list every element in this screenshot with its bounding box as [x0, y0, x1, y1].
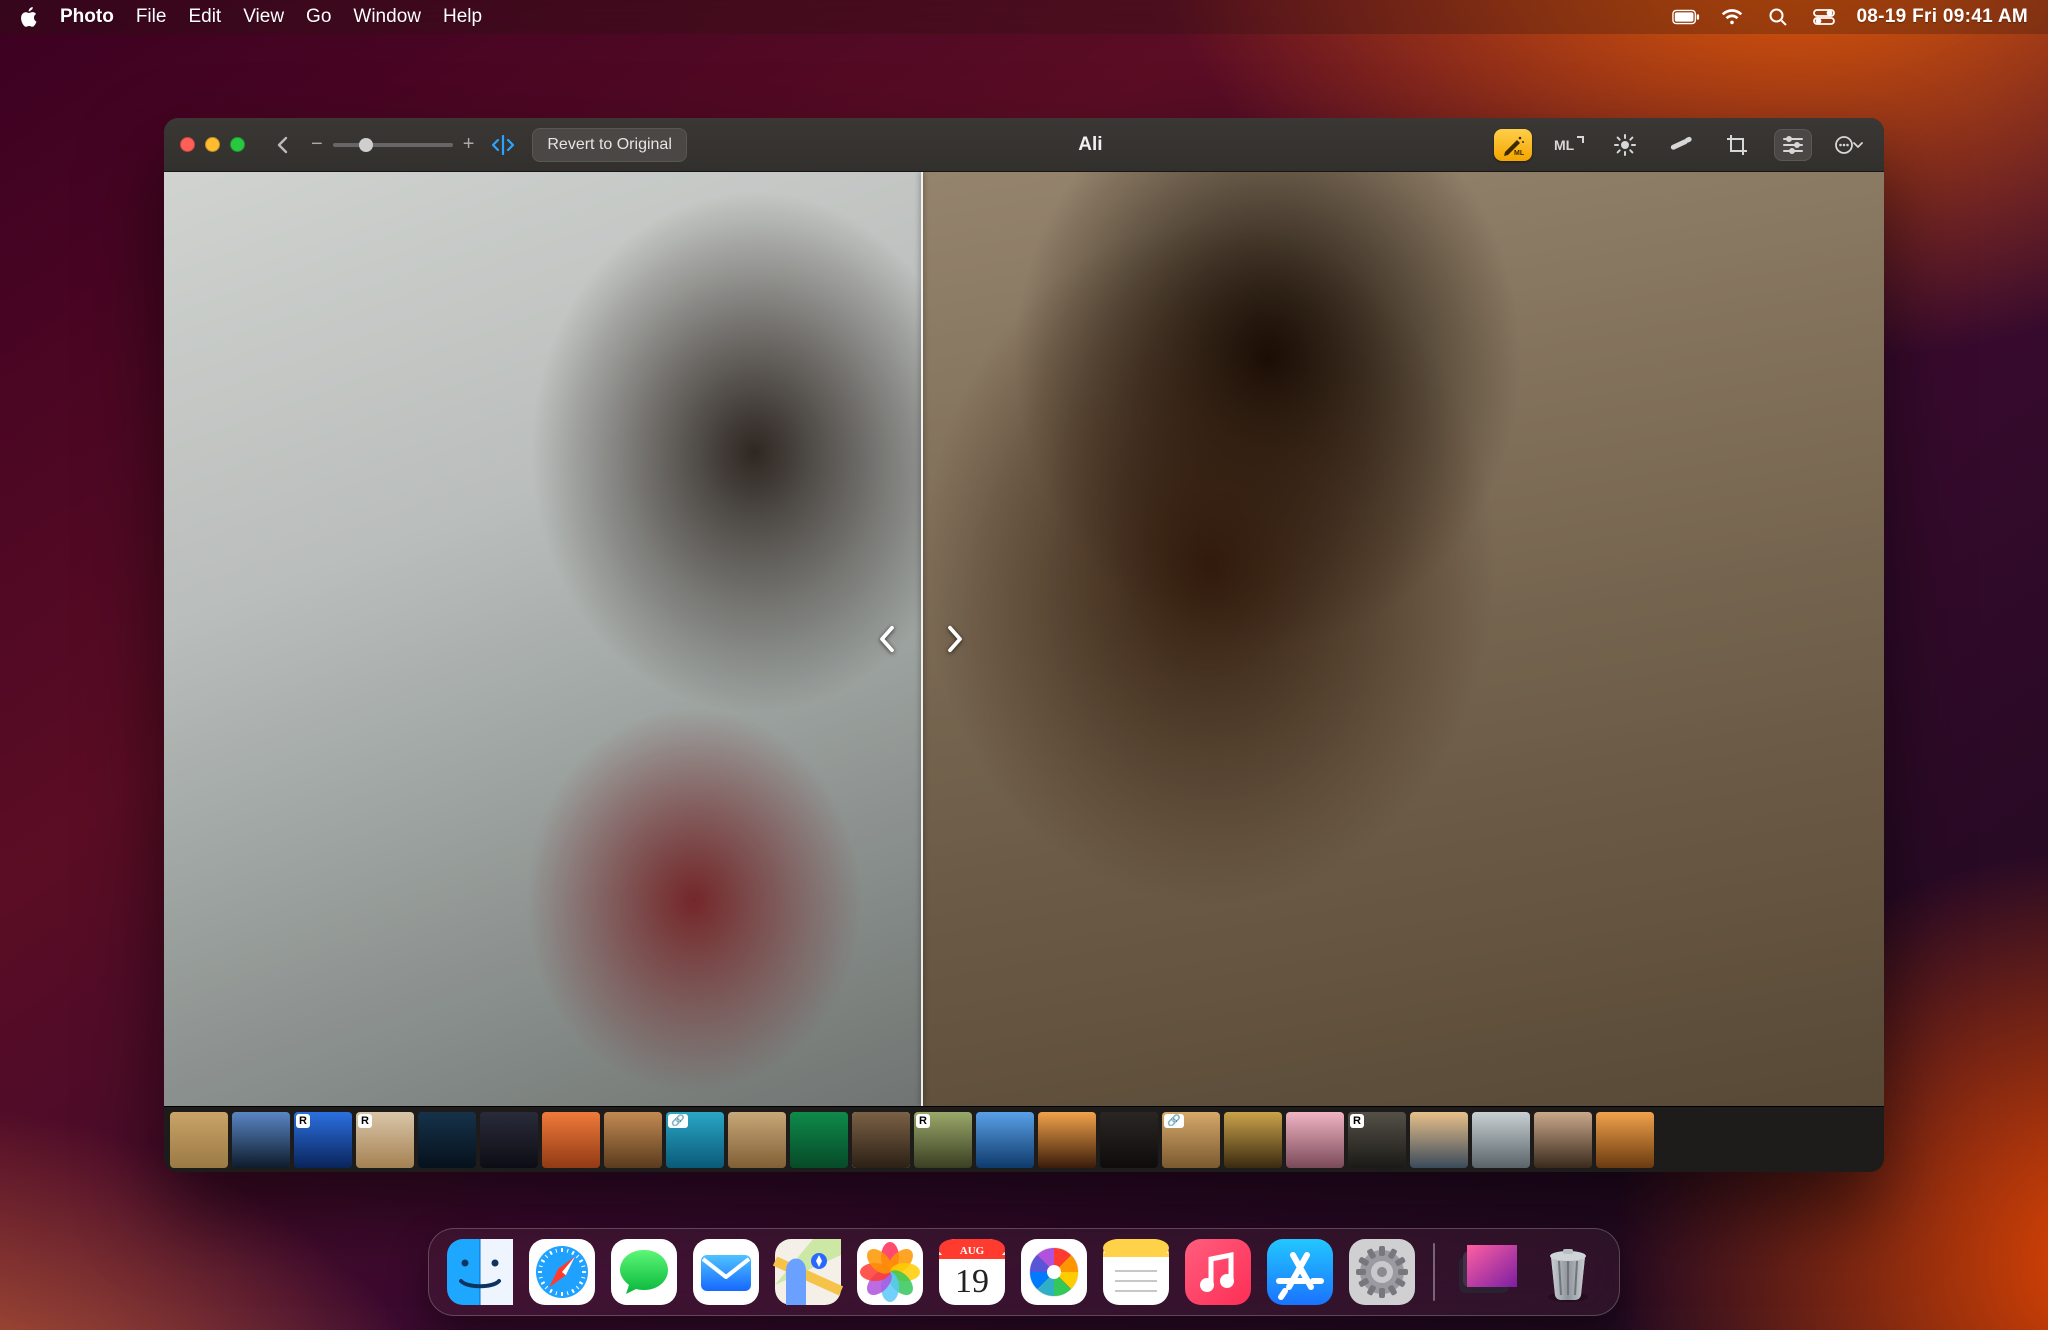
- dock-safari[interactable]: [527, 1237, 597, 1307]
- dock-trash[interactable]: [1533, 1237, 1603, 1307]
- minimize-button[interactable]: [205, 137, 220, 152]
- photos-edit-window: − + Revert to Original Ali ML ML: [164, 118, 1884, 1172]
- thumbnail-portrait-curly[interactable]: R: [294, 1112, 352, 1168]
- menu-edit[interactable]: Edit: [188, 6, 221, 28]
- thumbnail-desert-walk[interactable]: 🔗: [1162, 1112, 1220, 1168]
- menu-file[interactable]: File: [136, 6, 167, 28]
- spotlight-icon[interactable]: [1764, 7, 1792, 27]
- dock-finder[interactable]: [445, 1237, 515, 1307]
- dock-calendar[interactable]: AUG 19: [937, 1237, 1007, 1307]
- thumbnail-ali-closeup[interactable]: [852, 1112, 910, 1168]
- menu-help[interactable]: Help: [443, 6, 482, 28]
- fullscreen-button[interactable]: [230, 137, 245, 152]
- light-adjust-button[interactable]: [1606, 129, 1644, 161]
- close-button[interactable]: [180, 137, 195, 152]
- app-name[interactable]: Photo: [60, 6, 114, 28]
- svg-text:ML: ML: [1514, 150, 1525, 156]
- thumbnail-silhouette[interactable]: [232, 1112, 290, 1168]
- dock-music[interactable]: [1183, 1237, 1253, 1307]
- crop-button[interactable]: [1718, 129, 1756, 161]
- dock-maps[interactable]: [773, 1237, 843, 1307]
- thumbnail-crowd[interactable]: R: [1348, 1112, 1406, 1168]
- dock-divider: [1433, 1243, 1435, 1301]
- dock-app-store[interactable]: [1265, 1237, 1335, 1307]
- back-button[interactable]: [267, 130, 297, 160]
- thumbnail-guitar-night[interactable]: [418, 1112, 476, 1168]
- thumbnail-canyon[interactable]: R: [356, 1112, 414, 1168]
- thumbnail-afro-studio[interactable]: [1534, 1112, 1592, 1168]
- thumbnail-arch[interactable]: [728, 1112, 786, 1168]
- auto-enhance-button[interactable]: ML: [1494, 129, 1532, 161]
- photo-original: [164, 172, 921, 1106]
- ml-button[interactable]: ML: [1550, 129, 1588, 161]
- dock-desktop-stack[interactable]: [1451, 1237, 1521, 1307]
- thumbnail-hills[interactable]: R: [914, 1112, 972, 1168]
- dock-color-picker[interactable]: [1019, 1237, 1089, 1307]
- svg-text:ML: ML: [1554, 137, 1575, 153]
- wifi-icon[interactable]: [1718, 7, 1746, 27]
- dock-notes[interactable]: [1101, 1237, 1171, 1307]
- dock: AUG 19: [428, 1228, 1620, 1316]
- thumbnail-strip[interactable]: RR🔗R🔗R: [164, 1106, 1884, 1172]
- zoom-in-icon[interactable]: +: [463, 133, 475, 156]
- thumbnail-visor[interactable]: [1286, 1112, 1344, 1168]
- menubar-clock[interactable]: 08-19 Fri 09:41 AM: [1856, 6, 2028, 28]
- dock-settings[interactable]: [1347, 1237, 1417, 1307]
- zoom-slider[interactable]: − +: [311, 133, 474, 156]
- chevron-left-icon: [869, 621, 905, 657]
- thumbnail-dawn-sky[interactable]: [1410, 1112, 1468, 1168]
- adjust-panel-button[interactable]: [1774, 129, 1812, 161]
- compare-split-button[interactable]: [488, 130, 518, 160]
- thumbnail-surfer[interactable]: 🔗: [666, 1112, 724, 1168]
- apple-menu[interactable]: [20, 7, 38, 27]
- compare-handle[interactable]: [869, 621, 973, 657]
- dock-photos[interactable]: [855, 1237, 925, 1307]
- window-toolbar: − + Revert to Original Ali ML ML: [164, 118, 1884, 172]
- thumbnail-pyramid[interactable]: [170, 1112, 228, 1168]
- svg-text:AUG: AUG: [960, 1245, 985, 1257]
- menubar: Photo File Edit View Go Window Help 08-1…: [0, 0, 2048, 34]
- menu-go[interactable]: Go: [306, 6, 331, 28]
- battery-icon[interactable]: [1672, 7, 1700, 27]
- zoom-out-icon[interactable]: −: [311, 133, 323, 156]
- photo-compare: [164, 172, 1884, 1106]
- thumbnail-dusk-walk[interactable]: [480, 1112, 538, 1168]
- thumbnail-runner-orange[interactable]: [542, 1112, 600, 1168]
- thumbnail-plane[interactable]: [1472, 1112, 1530, 1168]
- control-center-icon[interactable]: [1810, 7, 1838, 27]
- thumbnail-green-wall[interactable]: [790, 1112, 848, 1168]
- thumbnail-profile-warm[interactable]: [604, 1112, 662, 1168]
- edit-canvas[interactable]: [164, 172, 1884, 1106]
- menu-view[interactable]: View: [243, 6, 284, 28]
- svg-text:19: 19: [955, 1263, 989, 1300]
- thumbnail-bridge[interactable]: [1596, 1112, 1654, 1168]
- dock-mail[interactable]: [691, 1237, 761, 1307]
- thumbnail-profile-dark[interactable]: [1100, 1112, 1158, 1168]
- photo-edited: [921, 172, 1884, 1106]
- document-title: Ali: [1078, 134, 1102, 156]
- thumbnail-bokeh[interactable]: [1224, 1112, 1282, 1168]
- revert-to-original-button[interactable]: Revert to Original: [532, 128, 687, 162]
- more-button[interactable]: [1830, 129, 1868, 161]
- retouch-button[interactable]: [1662, 129, 1700, 161]
- menu-window[interactable]: Window: [353, 6, 421, 28]
- chevron-right-icon: [937, 621, 973, 657]
- dock-messages[interactable]: [609, 1237, 679, 1307]
- thumbnail-sunset-road[interactable]: [1038, 1112, 1096, 1168]
- window-controls: [180, 137, 245, 152]
- thumbnail-afro-sky[interactable]: [976, 1112, 1034, 1168]
